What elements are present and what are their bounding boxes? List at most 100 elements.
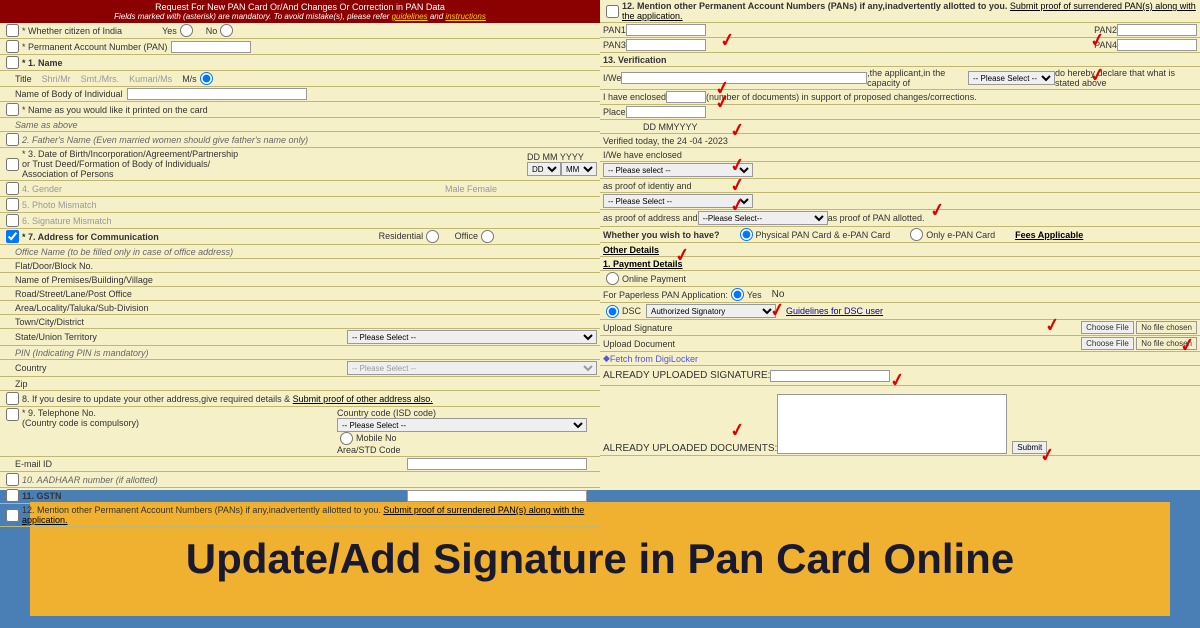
title-row: Title Shri/Mr Smt./Mrs. Kumari/Ms M/s	[0, 71, 600, 87]
aadhaar-check[interactable]	[6, 473, 19, 486]
fees-link[interactable]: Fees Applicable	[1015, 230, 1083, 240]
paperless-row: For Paperless PAN Application: Yes No	[600, 287, 1200, 303]
off-radio[interactable]	[481, 230, 494, 243]
email-input[interactable]	[407, 458, 587, 470]
phys-radio[interactable]	[740, 228, 753, 241]
aadhaar-row: 10. AADHAAR number (if allotted)	[0, 472, 600, 488]
dsc-guide-link[interactable]: Guidelines for DSC user	[786, 306, 883, 316]
email-row: E-mail ID	[0, 457, 600, 472]
gender-row: 4. Gender Male Female	[0, 181, 600, 197]
gstn-input[interactable]	[407, 490, 587, 502]
place-input[interactable]	[626, 106, 706, 118]
state-row: State/Union Territory -- Please Select -…	[0, 329, 600, 346]
iwe-input[interactable]	[621, 72, 867, 84]
photo-row: 5. Photo Mismatch	[0, 197, 600, 213]
citizen-row: * Whether citizen of India Yes No	[0, 23, 600, 39]
addr-check[interactable]	[6, 230, 19, 243]
pan-input[interactable]	[171, 41, 251, 53]
body-row: Name of Body of Individual	[0, 87, 600, 102]
s8-link[interactable]: Submit proof of other address also.	[293, 394, 433, 404]
town-row: Town/City/District	[0, 315, 600, 329]
dd-select[interactable]: DD	[527, 162, 561, 176]
name-check[interactable]	[6, 56, 19, 69]
isd-select[interactable]: -- Please Select --	[337, 418, 587, 432]
header-title: Request For New PAN Card Or/And Changes …	[2, 2, 598, 12]
printed-check[interactable]	[6, 103, 19, 116]
pan34-row: PAN3 PAN4	[600, 38, 1200, 53]
alreadysig-row: ALREADY UPLOADED SIGNATURE:	[600, 366, 1200, 386]
photo-check[interactable]	[6, 198, 19, 211]
weencl-row: I/We have enclosed	[600, 148, 1200, 162]
citizen-yes[interactable]	[180, 24, 193, 37]
paperless-yes[interactable]	[731, 288, 744, 301]
addr-row: * 7. Address for Communication Residenti…	[0, 229, 600, 245]
ddmmyyyy-row: DD MMYYYY	[600, 120, 1200, 134]
proofid-row: as proof of identiy and	[600, 179, 1200, 193]
name-row: * 1. Name	[0, 55, 600, 71]
alreadysig-input[interactable]	[770, 370, 890, 382]
numdocs-input[interactable]	[666, 91, 706, 103]
pan4-input[interactable]	[1117, 39, 1197, 51]
pan12-row: PAN1 PAN2	[600, 23, 1200, 38]
area-row: Area/Locality/Taluka/Sub-Division	[0, 301, 600, 315]
pan2-input[interactable]	[1117, 24, 1197, 36]
father-check[interactable]	[6, 133, 19, 146]
s8-check[interactable]	[6, 392, 19, 405]
dsc-radio[interactable]	[606, 305, 619, 318]
dob-check[interactable]	[6, 158, 19, 171]
other-row: Other Details	[600, 243, 1200, 257]
premises-row: Name of Premises/Building/Village	[0, 273, 600, 287]
sig-check[interactable]	[6, 214, 19, 227]
title-ms[interactable]	[200, 72, 213, 85]
digi-link[interactable]: Fetch from DigiLocker	[610, 354, 698, 364]
body-input[interactable]	[127, 88, 307, 100]
pan1-input[interactable]	[626, 24, 706, 36]
state-select[interactable]: -- Please Select --	[347, 330, 597, 344]
s12-left-check[interactable]	[6, 509, 19, 522]
citizen-no[interactable]	[220, 24, 233, 37]
citizen-check[interactable]	[6, 24, 19, 37]
plsel-row: -- Please select --	[600, 162, 1200, 179]
mobile-radio[interactable]	[340, 432, 353, 445]
authsig-select[interactable]: Authorized Signatory	[646, 304, 776, 318]
online-row: Online Payment	[600, 271, 1200, 287]
gender-check[interactable]	[6, 182, 19, 195]
sig-row: 6. Signature Mismatch	[0, 213, 600, 229]
enclosed-row: I have enclosed (number of documents) in…	[600, 90, 1200, 105]
pin-row: PIN (Indicating PIN is mandatory)	[0, 346, 600, 360]
s9-row: * 9. Telephone No. (Country code is comp…	[0, 407, 600, 457]
digi-row: ◆ Fetch from DigiLocker	[600, 352, 1200, 366]
capacity-select[interactable]: -- Please Select --	[968, 71, 1055, 85]
epan-radio[interactable]	[910, 228, 923, 241]
instructions-link[interactable]: instructions	[445, 12, 485, 21]
doc-choose-btn[interactable]: Choose File	[1081, 337, 1134, 350]
gstn-check[interactable]	[6, 489, 19, 502]
sig-choose-btn[interactable]: Choose File	[1081, 321, 1134, 334]
country-row: Country -- Please Select --	[0, 360, 600, 377]
s12-left-row: 12. Mention other Permanent Account Numb…	[0, 504, 600, 527]
gstn-row: 11. GSTN	[0, 488, 600, 504]
same-row: Same as above	[0, 118, 600, 132]
s13-row: 13. Verification	[600, 53, 1200, 67]
updoc-row: Upload Document Choose File No file chos…	[600, 336, 1200, 352]
online-radio[interactable]	[606, 272, 619, 285]
doc-preview	[777, 394, 1007, 454]
father-row: 2. Father's Name (Even married women sho…	[0, 132, 600, 148]
guidelines-link[interactable]: guidelines	[392, 12, 428, 21]
pan3-input[interactable]	[626, 39, 706, 51]
sig-file-status: No file chosen	[1136, 321, 1197, 334]
pan-check[interactable]	[6, 40, 19, 53]
upsig-row: Upload Signature Choose File No file cho…	[600, 320, 1200, 336]
s9-check[interactable]	[6, 408, 19, 421]
idproof-select[interactable]: -- Please select --	[603, 163, 753, 177]
s12-right-check[interactable]	[606, 5, 619, 18]
dsc-row: DSC Authorized Signatory Guidelines for …	[600, 303, 1200, 320]
s12-right-row: 12. Mention other Permanent Account Numb…	[600, 0, 1200, 23]
submit-button[interactable]: Submit	[1012, 441, 1047, 454]
country-select[interactable]: -- Please Select --	[347, 361, 597, 375]
place-row: Place	[600, 105, 1200, 120]
addrproof-select[interactable]: -- Please Select --	[603, 194, 753, 208]
mm-select[interactable]: MM	[561, 162, 597, 176]
res-radio[interactable]	[426, 230, 439, 243]
panproof-select[interactable]: --Please Select--	[698, 211, 828, 225]
